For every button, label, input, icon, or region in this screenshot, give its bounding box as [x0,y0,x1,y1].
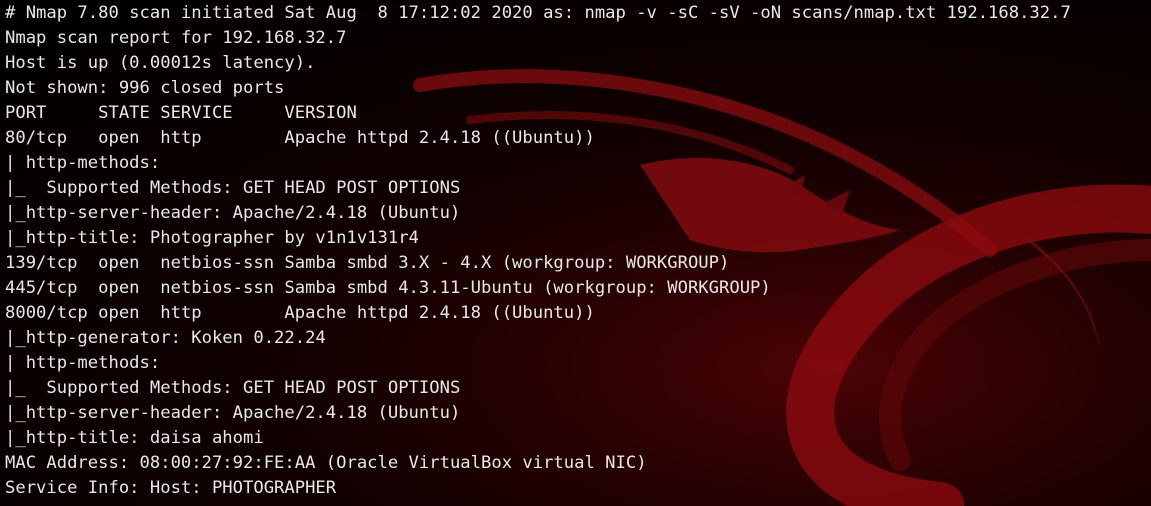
script-output-line: |_http-server-header: Apache/2.4.18 (Ubu… [5,403,461,423]
port-row-80: 80/tcp open http Apache httpd 2.4.18 ((U… [5,128,595,148]
script-output-line: |_http-title: Photographer by v1n1v131r4 [5,228,419,248]
mac-address-line: MAC Address: 08:00:27:92:FE:AA (Oracle V… [5,453,647,473]
service-info-line: Service Info: Host: PHOTOGRAPHER [5,478,337,498]
script-output-line: |_http-generator: Koken 0.22.24 [5,328,326,348]
terminal-window[interactable]: # Nmap 7.80 scan initiated Sat Aug 8 17:… [0,0,1151,506]
not-shown-line: Not shown: 996 closed ports [5,78,285,98]
script-output-line: |_ Supported Methods: GET HEAD POST OPTI… [5,378,461,398]
port-row-445: 445/tcp open netbios-ssn Samba smbd 4.3.… [5,278,771,298]
port-row-139: 139/tcp open netbios-ssn Samba smbd 3.X … [5,253,730,273]
script-output-line: |_ Supported Methods: GET HEAD POST OPTI… [5,178,461,198]
terminal-output[interactable]: # Nmap 7.80 scan initiated Sat Aug 8 17:… [5,1,1071,501]
script-output-line: | http-methods: [5,153,161,173]
port-row-8000: 8000/tcp open http Apache httpd 2.4.18 (… [5,303,595,323]
scan-report-line: Nmap scan report for 192.168.32.7 [5,28,347,48]
port-table-header: PORT STATE SERVICE VERSION [5,103,357,123]
script-output-line: | http-methods: [5,353,161,373]
scan-header-line: # Nmap 7.80 scan initiated Sat Aug 8 17:… [5,3,1071,23]
script-output-line: |_http-title: daisa ahomi [5,428,264,448]
host-status-line: Host is up (0.00012s latency). [5,53,316,73]
script-output-line: |_http-server-header: Apache/2.4.18 (Ubu… [5,203,461,223]
